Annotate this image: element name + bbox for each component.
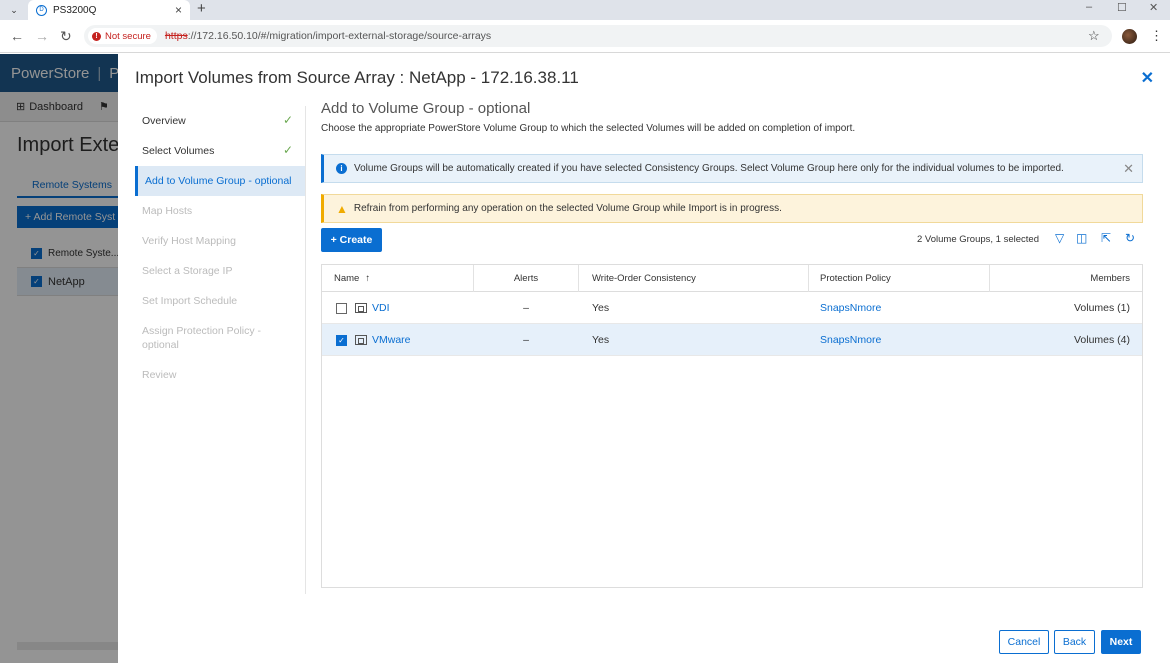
row-name-cell: ✓ VMware (336, 324, 411, 356)
step-map-hosts: Map Hosts (135, 196, 305, 226)
columns-icon[interactable]: ◫ (1076, 231, 1087, 245)
step-content: Add to Volume Group - optional Choose th… (321, 100, 1143, 588)
step-set-import-schedule: Set Import Schedule (135, 286, 305, 316)
not-secure-icon: ! (92, 31, 101, 41)
warning-banner-text: Refrain from performing any operation on… (353, 203, 782, 214)
create-button[interactable]: + Create (321, 228, 382, 252)
row-checkbox[interactable]: ✓ (336, 334, 347, 346)
alerts-cell: – (523, 334, 529, 346)
col-label: Name (334, 273, 360, 284)
table-row[interactable]: VDI – Yes SnapsNmore Volumes (1) (322, 292, 1142, 324)
col-resize[interactable] (808, 265, 809, 292)
export-icon[interactable]: ⇱ (1101, 231, 1111, 245)
content-title: Add to Volume Group - optional (321, 100, 531, 117)
url-path: ://172.16.50.10/#/migration/import-exter… (187, 30, 492, 42)
wizard-steps: Overview ✓ Select Volumes ✓ Add to Volume … (135, 106, 305, 390)
step-label: Add to Volume Group - optional (145, 175, 292, 187)
col-alerts[interactable]: Alerts (474, 265, 578, 292)
step-review: Review (135, 360, 305, 390)
members-cell: Volumes (1) (1073, 302, 1130, 314)
col-members[interactable]: Members (1090, 265, 1130, 292)
table-header: Name ↑ Alerts Write-Order Consistency Pro… (322, 265, 1142, 292)
forward-arrow-icon[interactable]: → (35, 28, 49, 44)
vg-name-link[interactable]: VDI (372, 302, 390, 314)
next-button[interactable]: Next (1101, 630, 1141, 654)
woc-cell: Yes (592, 334, 610, 346)
window-close-icon[interactable]: ✕ (1149, 1, 1158, 14)
import-volumes-modal: Import Volumes from Source Array : NetAp… (118, 54, 1170, 663)
sort-arrow-icon: ↑ (365, 273, 371, 284)
content-subtitle: Choose the appropriate PowerStore Volume… (321, 123, 856, 134)
filter-icon[interactable]: ▽ (1055, 231, 1064, 245)
step-label: Assign Protection Policy - optional (142, 325, 262, 351)
maximize-icon[interactable]: ☐ (1117, 1, 1127, 14)
refresh-icon[interactable]: ↻ (1125, 231, 1135, 245)
profile-avatar[interactable] (1122, 29, 1137, 44)
not-secure-label: Not secure (105, 30, 151, 42)
row-name-cell: VDI (336, 292, 390, 324)
table-row[interactable]: ✓ VMware – Yes SnapsNmore Volumes (4) (322, 324, 1142, 356)
step-select-storage-ip: Select a Storage IP (135, 256, 305, 286)
browser-menu-icon[interactable]: ⋮ (1150, 28, 1163, 44)
row-checkbox[interactable] (336, 302, 347, 314)
banner-close-icon[interactable]: ✕ (1123, 161, 1134, 177)
step-overview[interactable]: Overview ✓ (135, 106, 305, 136)
security-chip[interactable]: ! Not secure (88, 28, 157, 44)
modal-close-icon[interactable]: ✕ (1141, 68, 1154, 88)
browser-tab-bar: ⌄ D PS3200Q × + – ☐ ✕ (0, 0, 1170, 20)
new-tab-icon[interactable]: + (197, 0, 206, 18)
step-label: Map Hosts (142, 205, 193, 217)
step-add-to-volume-group[interactable]: Add to Volume Group - optional (135, 166, 305, 196)
step-label: Verify Host Mapping (142, 235, 236, 247)
step-label: Select a Storage IP (142, 265, 233, 277)
policy-link[interactable]: SnapsNmore (820, 292, 881, 324)
url-omnibox[interactable]: ! Not secure https://172.16.50.10/#/migr… (84, 25, 1112, 47)
members-cell: Volumes (4) (1073, 334, 1130, 346)
tab-title: PS3200Q (53, 4, 97, 16)
back-button[interactable]: Back (1054, 630, 1095, 654)
minimize-icon[interactable]: – (1086, 1, 1092, 13)
warning-icon: ▲ (336, 201, 348, 216)
vg-name-link[interactable]: VMware (372, 334, 411, 346)
dell-favicon-icon: D (36, 4, 47, 16)
tab-close-icon[interactable]: × (175, 3, 182, 17)
step-label: Review (142, 369, 177, 381)
step-label: Set Import Schedule (142, 295, 238, 307)
modal-title: Import Volumes from Source Array : NetAp… (135, 68, 579, 87)
url-text: https://172.16.50.10/#/migration/import-… (165, 30, 491, 42)
woc-cell: Yes (592, 302, 610, 314)
step-assign-protection-policy: Assign Protection Policy - optional (135, 316, 305, 360)
bookmark-star-icon[interactable]: ☆ (1088, 28, 1100, 44)
col-resize[interactable] (989, 265, 990, 292)
address-bar: ← → ↻ ! Not secure https://172.16.50.10/… (0, 20, 1170, 53)
cancel-button[interactable]: Cancel (999, 630, 1049, 654)
back-arrow-icon[interactable]: ← (10, 28, 24, 44)
reload-icon[interactable]: ↻ (60, 28, 72, 45)
url-scheme: https (164, 30, 188, 42)
volume-group-icon (355, 303, 367, 313)
col-protection-policy[interactable]: Protection Policy (820, 265, 891, 292)
step-label: Select Volumes (142, 145, 215, 157)
info-banner: i Volume Groups will be automatically cr… (321, 154, 1143, 183)
step-verify-host-mapping: Verify Host Mapping (135, 226, 305, 256)
policy-link[interactable]: SnapsNmore (820, 324, 881, 356)
volume-group-icon (355, 335, 367, 345)
tab-search-icon[interactable]: ⌄ (6, 2, 22, 18)
wizard-divider (305, 106, 306, 594)
info-banner-text: Volume Groups will be automatically crea… (354, 163, 1064, 174)
col-write-order[interactable]: Write-Order Consistency (592, 265, 696, 292)
col-resize[interactable] (578, 265, 579, 292)
browser-tab[interactable]: D PS3200Q × (28, 0, 190, 20)
alerts-cell: – (523, 302, 529, 314)
selection-summary: 2 Volume Groups, 1 selected (917, 234, 1039, 245)
check-icon: ✓ (282, 113, 293, 127)
check-icon: ✓ (282, 143, 293, 157)
col-name[interactable]: Name ↑ (334, 265, 370, 292)
volume-groups-table: Name ↑ Alerts Write-Order Consistency Pro… (321, 264, 1143, 588)
info-icon: i (336, 163, 347, 174)
step-select-volumes[interactable]: Select Volumes ✓ (135, 136, 305, 166)
warning-banner: ▲ Refrain from performing any operation … (321, 194, 1143, 223)
step-label: Overview (142, 115, 186, 127)
